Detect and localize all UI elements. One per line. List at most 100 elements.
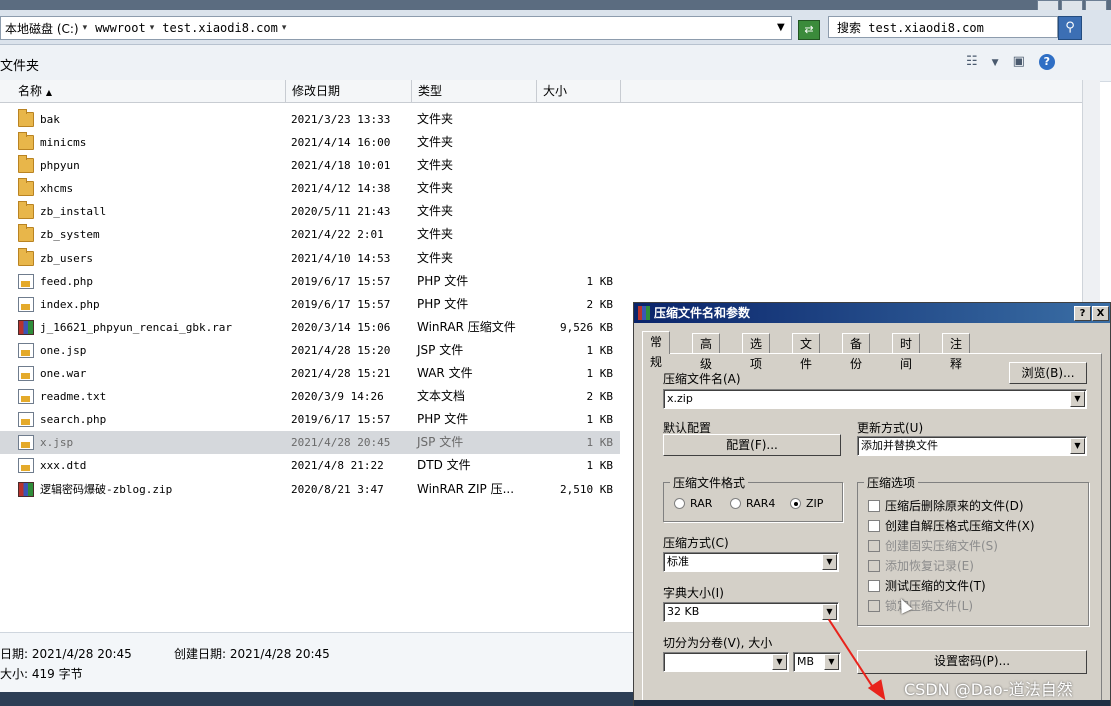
file-name: xxx.dtd [40, 459, 87, 473]
file-row[interactable]: minicms 2021/4/14 16:00 文件夹 [0, 131, 620, 154]
refresh-button[interactable]: ⇄ [798, 20, 820, 40]
file-row[interactable]: bak 2021/3/23 13:33 文件夹 [0, 108, 620, 131]
file-name: zb_users [40, 251, 93, 265]
preview-pane-icon[interactable]: ▣ [1013, 54, 1025, 69]
radio-rar4-dot[interactable] [730, 498, 741, 509]
set-password-button[interactable]: 设置密码(P)... [857, 650, 1087, 674]
file-row[interactable]: feed.php 2019/6/17 15:57 PHP 文件 1 KB [0, 270, 620, 293]
radio-rar[interactable]: RAR [674, 497, 712, 510]
radio-rar-dot[interactable] [674, 498, 685, 509]
checkbox[interactable] [868, 579, 880, 592]
file-row[interactable]: xhcms 2021/4/12 14:38 文件夹 [0, 177, 620, 200]
column-size-label: 大小 [543, 84, 568, 98]
view-options-icon[interactable]: ☷ [966, 54, 978, 69]
dictionary-select[interactable]: 32 KB ▼ [663, 602, 839, 622]
file-name: xhcms [40, 182, 74, 196]
option-test[interactable]: 测试压缩的文件(T) [868, 577, 986, 594]
file-row[interactable]: x.jsp 2021/4/28 20:45 JSP 文件 1 KB [0, 431, 620, 455]
file-type: WAR 文件 [417, 366, 473, 381]
breadcrumb-site[interactable]: test.xiaodi8.com [162, 21, 278, 35]
chevron-down-icon[interactable]: ▾ [282, 23, 287, 33]
close-button[interactable]: X [1092, 306, 1109, 321]
radio-zip[interactable]: ZIP [790, 497, 823, 510]
method-select[interactable]: 标准 ▼ [663, 552, 839, 572]
search-input[interactable]: 搜索 test.xiaodi8.com [828, 16, 1058, 38]
file-row[interactable]: readme.txt 2020/3/9 14:26 文本文档 2 KB [0, 385, 620, 408]
split-size-field[interactable]: ▼ [663, 652, 789, 672]
chevron-down-icon[interactable]: ▼ [1070, 438, 1085, 454]
file-row[interactable]: zb_install 2020/5/11 21:43 文件夹 [0, 200, 620, 223]
file-name: one.war [40, 367, 87, 381]
chevron-right-icon[interactable]: ▾ [150, 23, 155, 33]
file-row[interactable]: zb_users 2021/4/10 14:53 文件夹 [0, 247, 620, 270]
chevron-down-icon[interactable]: ▼ [992, 58, 999, 68]
tab-options[interactable]: 选项 [742, 333, 771, 371]
split-unit-value: MB [797, 655, 815, 668]
file-row[interactable]: phpyun 2021/4/18 10:01 文件夹 [0, 154, 620, 177]
checkbox [868, 559, 880, 572]
help-button[interactable]: ? [1074, 306, 1091, 321]
winrar-archive-icon [18, 481, 34, 497]
file-row[interactable]: xxx.dtd 2021/4/8 21:22 DTD 文件 1 KB [0, 454, 620, 477]
file-name: zb_install [40, 205, 107, 219]
option-sfx[interactable]: 创建自解压格式压缩文件(X) [868, 517, 1035, 534]
tab-advanced[interactable]: 高级 [692, 333, 721, 371]
file-row[interactable]: one.jsp 2021/4/28 15:20 JSP 文件 1 KB [0, 339, 620, 362]
column-name[interactable]: 名称 ▲ [0, 80, 286, 102]
chevron-down-icon[interactable]: ▼ [824, 654, 839, 670]
radio-rar4[interactable]: RAR4 [730, 497, 775, 510]
dictionary-value: 32 KB [667, 605, 700, 618]
file-name: bak [40, 113, 60, 126]
archive-name-field[interactable]: x.zip ▼ [663, 389, 1087, 409]
tab-files[interactable]: 文件 [792, 333, 821, 371]
address-history-icon[interactable]: ▼ [777, 22, 785, 33]
chevron-down-icon[interactable]: ▼ [822, 604, 837, 620]
column-type[interactable]: 类型 [412, 80, 537, 102]
chevron-down-icon[interactable]: ▼ [822, 554, 837, 570]
breadcrumb-wwwroot[interactable]: wwwroot [95, 21, 146, 35]
file-row[interactable]: zb_system 2021/4/22 2:01 文件夹 [0, 223, 620, 246]
update-mode-label: 更新方式(U) [857, 421, 924, 435]
breadcrumb-drive[interactable]: 本地磁盘 (C:) [5, 20, 79, 37]
dialog-title-bar[interactable]: 压缩文件名和参数 ? X [634, 303, 1110, 323]
file-date: 2021/4/8 21:22 [291, 459, 384, 473]
tab-time[interactable]: 时间 [892, 333, 921, 371]
option-label: 测试压缩的文件(T) [885, 579, 986, 593]
column-date[interactable]: 修改日期 [286, 80, 412, 102]
file-row[interactable]: index.php 2019/6/17 15:57 PHP 文件 2 KB [0, 293, 620, 316]
file-name: x.jsp [40, 436, 74, 450]
view-controls: ☷ ▼ ▣? [966, 54, 1069, 70]
file-date: 2021/4/10 14:53 [291, 251, 391, 265]
browse-button[interactable]: 浏览(B)... [1009, 362, 1087, 384]
file-type: 文件夹 [417, 135, 454, 150]
checkbox[interactable] [868, 519, 880, 532]
checkbox[interactable] [868, 499, 880, 512]
option-delete-after[interactable]: 压缩后删除原来的文件(D) [868, 497, 1024, 514]
file-row[interactable]: search.php 2019/6/17 15:57 PHP 文件 1 KB [0, 408, 620, 431]
folders-label[interactable]: 文件夹 [0, 55, 39, 74]
update-mode-select[interactable]: 添加并替换文件 ▼ [857, 436, 1087, 456]
file-size: 1 KB [586, 436, 614, 450]
column-size[interactable]: 大小 [537, 80, 621, 102]
file-row[interactable]: j_16621_phpyun_rencai_gbk.rar 2020/3/14 1… [0, 316, 620, 339]
chevron-right-icon[interactable]: ▾ [83, 23, 88, 33]
file-date: 2021/4/28 20:45 [291, 436, 391, 450]
address-field[interactable]: 本地磁盘 (C:) ▾ wwwroot ▾ test.xiaodi8.com ▾ [0, 16, 792, 40]
chevron-down-icon[interactable]: ▼ [772, 654, 787, 670]
format-group: 压缩文件格式 RAR RAR4 ZIP [663, 474, 843, 522]
tab-backup[interactable]: 备份 [842, 333, 871, 371]
method-value: 标准 [667, 555, 689, 568]
search-icon[interactable]: ⚲ [1058, 16, 1082, 40]
file-name: index.php [40, 297, 100, 311]
file-size: 1 KB [586, 413, 614, 427]
file-date: 2020/3/9 14:26 [291, 390, 384, 404]
tab-general[interactable]: 常规 [642, 331, 671, 369]
help-icon[interactable]: ? [1038, 54, 1055, 70]
profiles-button[interactable]: 配置(F)... [663, 434, 841, 456]
tab-comment[interactable]: 注释 [942, 333, 971, 371]
chevron-down-icon[interactable]: ▼ [1070, 391, 1085, 407]
radio-zip-dot[interactable] [790, 498, 801, 509]
split-unit-select[interactable]: MB ▼ [793, 652, 841, 672]
file-row[interactable]: one.war 2021/4/28 15:21 WAR 文件 1 KB [0, 362, 620, 385]
file-row[interactable]: 逻辑密码爆破-zblog.zip 2020/8/21 3:47 WinRAR ZIP… [0, 478, 620, 501]
